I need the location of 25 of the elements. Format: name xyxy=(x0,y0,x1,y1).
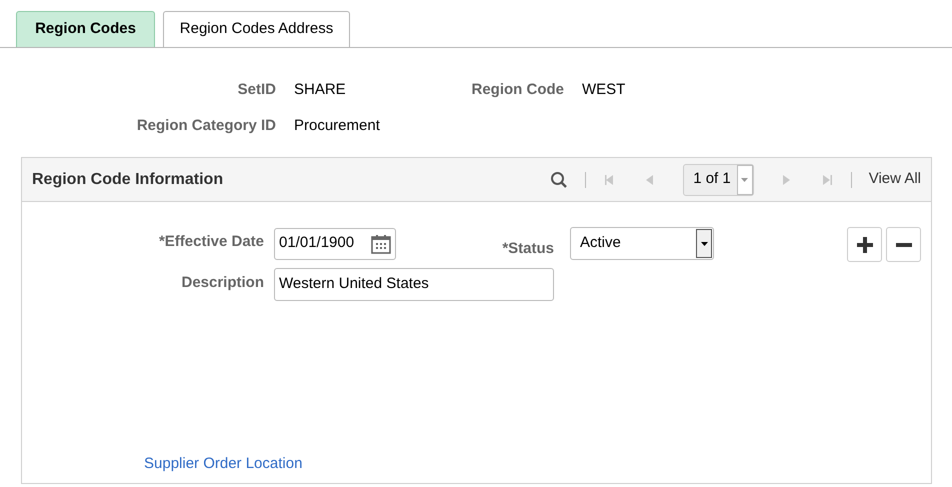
field-label: SetID xyxy=(238,80,276,100)
field-label: *Status xyxy=(501,238,554,258)
date-field[interactable]: 01/01/1900 xyxy=(274,228,396,260)
field-label: Region Code xyxy=(472,80,564,100)
plus-icon xyxy=(856,236,872,252)
tab[interactable]: Region Codes Address xyxy=(163,11,350,47)
supplier-order-location-link[interactable]: Supplier Order Location xyxy=(144,454,302,472)
view-all-link[interactable]: View All xyxy=(868,168,921,191)
field-value: WEST xyxy=(581,80,626,100)
tab[interactable]: Region Codes xyxy=(16,11,155,47)
field-label: Description xyxy=(180,273,264,293)
field-value: SHARE xyxy=(294,80,347,100)
search-icon[interactable] xyxy=(550,170,568,188)
description-field[interactable]: Western United States xyxy=(274,268,554,301)
field-label: *Effective Date xyxy=(158,232,264,252)
calendar-icon[interactable] xyxy=(371,234,391,254)
add-row-button[interactable] xyxy=(847,227,882,262)
page-selector[interactable]: 1 of 1 xyxy=(683,164,754,196)
field-label: Region Category ID xyxy=(136,116,276,136)
panel-title: Region Code Information xyxy=(32,170,224,190)
status-dropdown[interactable]: Active xyxy=(570,227,714,260)
minus-icon xyxy=(896,242,912,246)
field-value: Procurement xyxy=(294,116,381,136)
delete-row-button[interactable] xyxy=(886,227,921,262)
dropdown-caret-icon[interactable] xyxy=(696,229,712,258)
